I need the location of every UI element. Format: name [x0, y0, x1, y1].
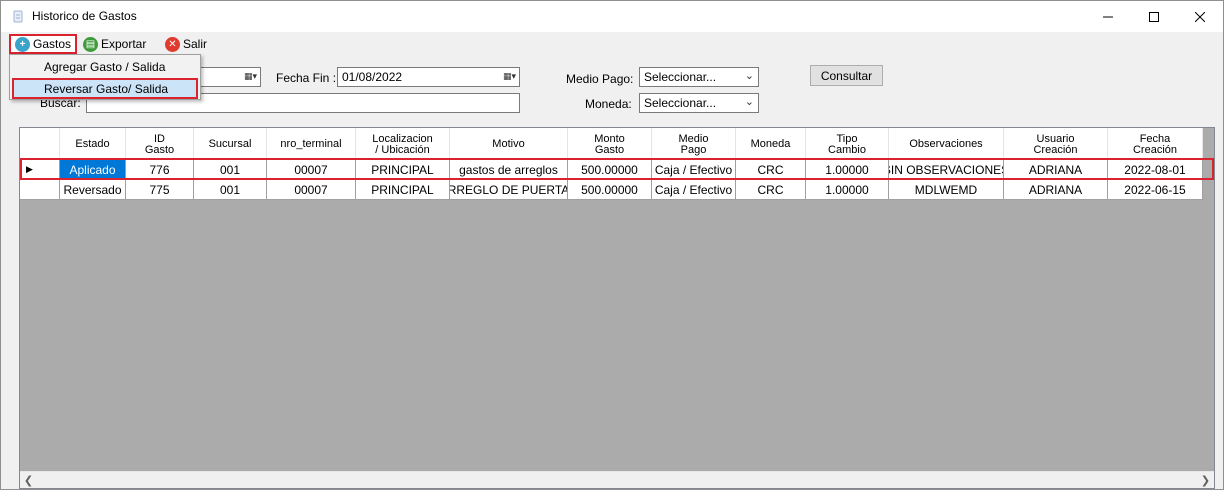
col-header-localizacion[interactable]: Localizacion / Ubicación [356, 128, 450, 160]
gastos-icon: + [15, 36, 30, 52]
close-button[interactable] [1177, 1, 1223, 32]
table-row[interactable]: ▶ Aplicado 776 001 00007 PRINCIPAL gasto… [20, 160, 1203, 180]
scroll-right-icon[interactable]: ❯ [1197, 472, 1214, 488]
main-window: Historico de Gastos + Gastos ▤ Exportar … [0, 0, 1224, 490]
col-header-id-gasto[interactable]: ID Gasto [126, 128, 194, 160]
cell-motivo[interactable]: RREGLO DE PUERTA [450, 180, 568, 200]
close-icon [1195, 11, 1205, 22]
col-header-medio-pago[interactable]: Medio Pago [652, 128, 736, 160]
medio-pago-select[interactable]: Seleccionar... ⌄ [639, 67, 759, 87]
cell-usuario-creacion[interactable]: ADRIANA [1004, 180, 1108, 200]
moneda-label: Moneda: [585, 97, 632, 111]
row-current-icon[interactable]: ▶ [20, 160, 60, 180]
col-header-sucursal[interactable]: Sucursal [194, 128, 267, 160]
fecha-fin-field[interactable]: 01/08/2022 ▦▾ [337, 67, 520, 87]
cell-fecha-creacion[interactable]: 2022-08-01 [1108, 160, 1203, 180]
table-row[interactable]: Reversado 775 001 00007 PRINCIPAL RREGLO… [20, 180, 1203, 200]
chevron-down-icon: ⌄ [744, 70, 754, 82]
title-bar[interactable]: Historico de Gastos [1, 1, 1223, 32]
menu-agregar-gasto[interactable]: Agregar Gasto / Salida [12, 56, 198, 77]
col-header-observaciones[interactable]: Observaciones [889, 128, 1004, 160]
col-header-monto-gasto[interactable]: Monto Gasto [568, 128, 652, 160]
cell-fecha-creacion[interactable]: 2022-06-15 [1108, 180, 1203, 200]
cell-id-gasto[interactable]: 775 [126, 180, 194, 200]
menu-salir[interactable]: ✕ Salir [165, 34, 207, 54]
cell-localizacion[interactable]: PRINCIPAL [356, 160, 450, 180]
gastos-dropdown: Agregar Gasto / Salida Reversar Gasto/ S… [9, 54, 201, 100]
cell-nro-terminal[interactable]: 00007 [267, 180, 356, 200]
cell-estado[interactable]: Aplicado [60, 160, 126, 180]
cell-moneda[interactable]: CRC [736, 160, 806, 180]
cell-usuario-creacion[interactable]: ADRIANA [1004, 160, 1108, 180]
medio-pago-value: Seleccionar... [644, 70, 717, 84]
grid-header: Estado ID Gasto Sucursal nro_terminal Lo… [20, 128, 1203, 160]
chevron-down-icon: ⌄ [744, 96, 754, 108]
cell-monto-gasto[interactable]: 500.00000 [568, 160, 652, 180]
medio-pago-label: Medio Pago: [566, 72, 634, 86]
cell-localizacion[interactable]: PRINCIPAL [356, 180, 450, 200]
moneda-select[interactable]: Seleccionar... ⌄ [639, 93, 759, 113]
maximize-button[interactable] [1131, 1, 1177, 32]
minimize-icon [1103, 16, 1113, 17]
app-icon [13, 10, 23, 23]
exit-icon: ✕ [165, 36, 180, 52]
menu-gastos-label: Gastos [33, 37, 72, 51]
cell-motivo[interactable]: gastos de arreglos [450, 160, 568, 180]
maximize-icon [1149, 11, 1159, 22]
menu-exportar[interactable]: ▤ Exportar [83, 34, 146, 54]
cell-observaciones[interactable]: MDLWEMD [889, 180, 1004, 200]
menu-bar: + Gastos ▤ Exportar ✕ Salir [1, 32, 1223, 55]
cell-nro-terminal[interactable]: 00007 [267, 160, 356, 180]
menu-gastos[interactable]: + Gastos [9, 34, 77, 54]
grid-corner [20, 128, 60, 160]
cell-monto-gasto[interactable]: 500.00000 [568, 180, 652, 200]
col-header-tipo-cambio[interactable]: Tipo Cambio [806, 128, 889, 160]
cell-tipo-cambio[interactable]: 1.00000 [806, 180, 889, 200]
cell-estado[interactable]: Reversado [60, 180, 126, 200]
row-header[interactable] [20, 180, 60, 200]
cell-sucursal[interactable]: 001 [194, 180, 267, 200]
menu-exportar-label: Exportar [101, 37, 147, 51]
col-header-motivo[interactable]: Motivo [450, 128, 568, 160]
cell-tipo-cambio[interactable]: 1.00000 [806, 160, 889, 180]
minimize-button[interactable] [1085, 1, 1131, 32]
cell-sucursal[interactable]: 001 [194, 160, 267, 180]
fecha-fin-value: 01/08/2022 [342, 70, 403, 84]
col-header-moneda[interactable]: Moneda [736, 128, 806, 160]
cell-observaciones[interactable]: SIN OBSERVACIONES [889, 160, 1004, 180]
col-header-usuario-creacion[interactable]: Usuario Creación [1004, 128, 1108, 160]
cell-moneda[interactable]: CRC [736, 180, 806, 200]
cell-id-gasto[interactable]: 776 [126, 160, 194, 180]
scroll-left-icon[interactable]: ❮ [20, 472, 37, 488]
calendar-dropdown-icon[interactable]: ▦▾ [244, 71, 257, 82]
fecha-fin-label: Fecha Fin : [276, 71, 337, 85]
window-title: Historico de Gastos [32, 9, 137, 23]
calendar-dropdown-icon[interactable]: ▦▾ [503, 71, 516, 82]
export-icon: ▤ [83, 36, 98, 52]
consultar-button[interactable]: Consultar [810, 65, 883, 86]
gastos-grid[interactable]: Estado ID Gasto Sucursal nro_terminal Lo… [19, 127, 1215, 489]
col-header-fecha-creacion[interactable]: Fecha Creación [1108, 128, 1203, 160]
cell-medio-pago[interactable]: Caja / Efectivo [652, 180, 736, 200]
moneda-value: Seleccionar... [644, 96, 717, 110]
col-header-estado[interactable]: Estado [60, 128, 126, 160]
cell-medio-pago[interactable]: Caja / Efectivo [652, 160, 736, 180]
col-header-nro-terminal[interactable]: nro_terminal [267, 128, 356, 160]
menu-salir-label: Salir [183, 37, 208, 51]
menu-reversar-gasto[interactable]: Reversar Gasto/ Salida [12, 78, 198, 99]
horizontal-scrollbar[interactable]: ❮ ❯ [20, 471, 1214, 488]
